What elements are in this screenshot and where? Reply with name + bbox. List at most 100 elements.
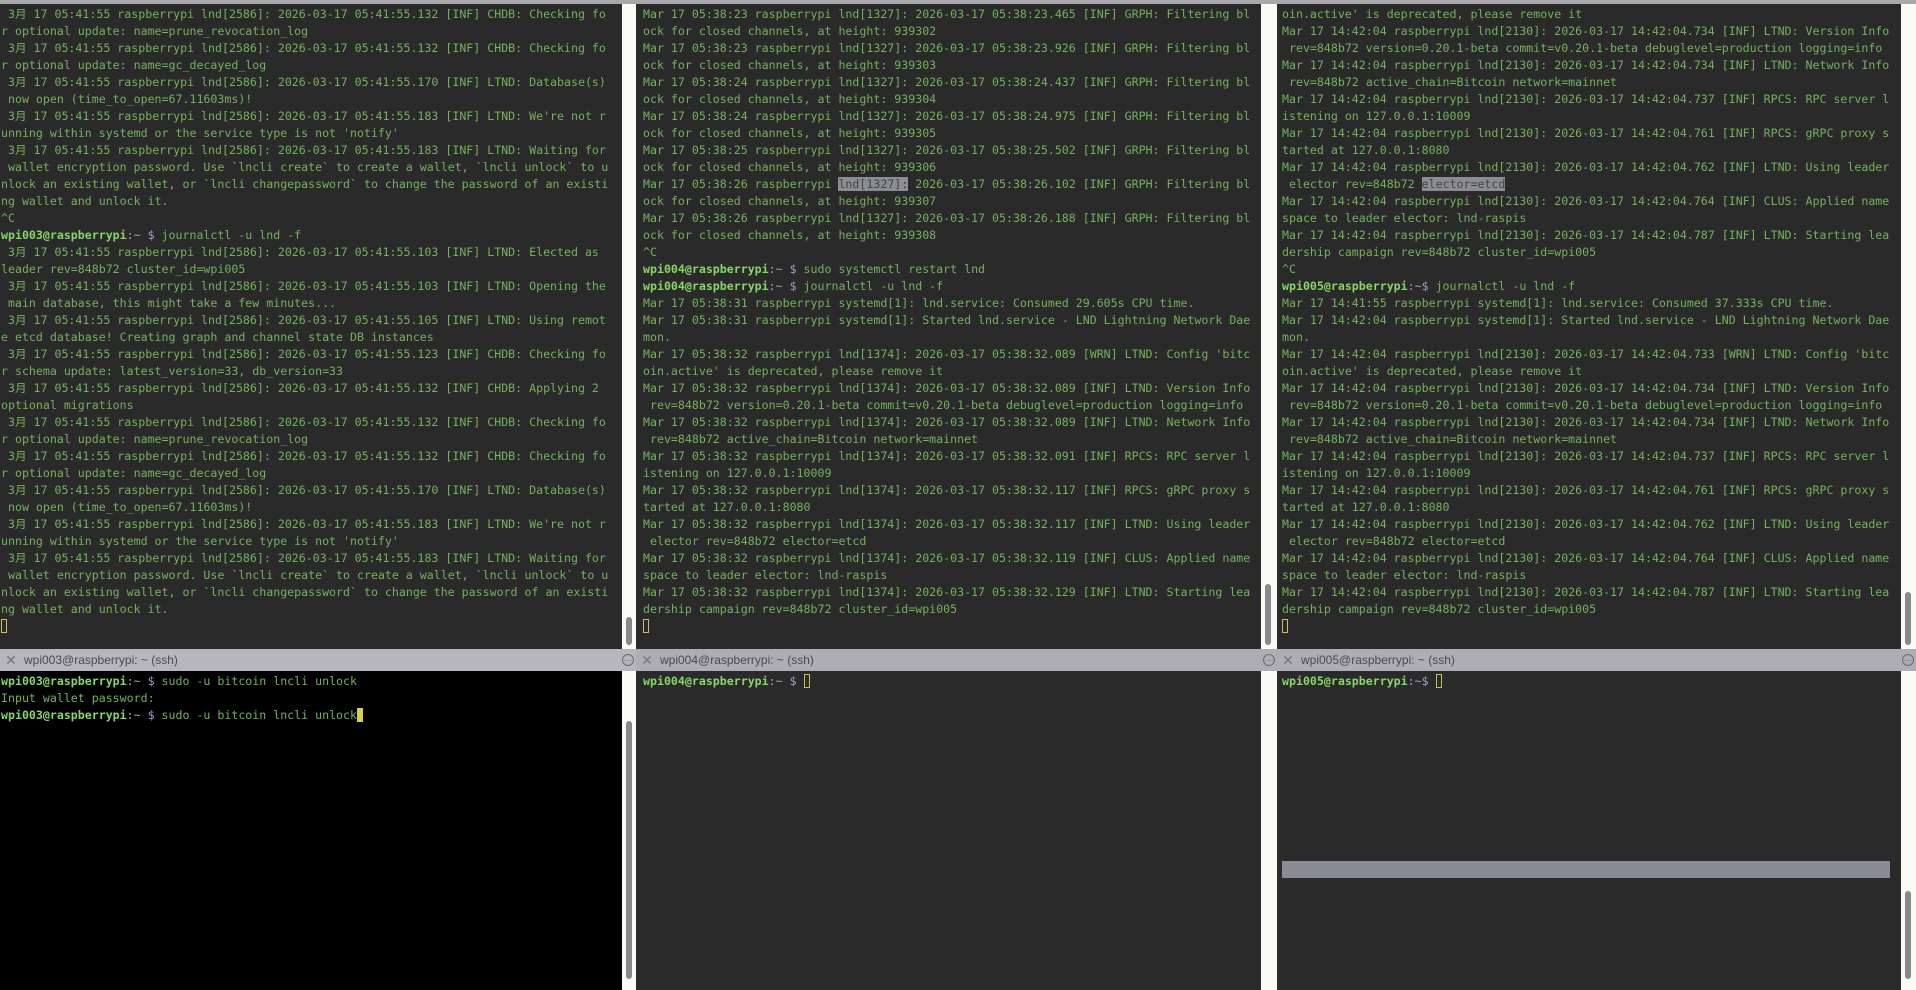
- tab-title: wpi003@raspberrypi: ~ (ssh): [24, 653, 178, 667]
- scrollbar-top-middle[interactable]: [1261, 4, 1277, 649]
- scrollbar-thumb[interactable]: [1905, 891, 1911, 979]
- prompt-line: wpi004@raspberrypi:~ $ journalctl -u lnd…: [643, 278, 1261, 295]
- log-line: wallet encryption password. Use `lncli c…: [1, 160, 609, 174]
- prompt-user: wpi003@raspberrypi: [1, 228, 127, 242]
- log-line: nlock an existing wallet, or `lncli chan…: [1, 177, 609, 191]
- scrollbar-thumb[interactable]: [1905, 592, 1911, 645]
- tab-wpi005[interactable]: ✕ wpi005@raspberrypi: ~ (ssh) ···: [1277, 649, 1916, 671]
- log-line: mon.: [1282, 330, 1310, 344]
- log-line: r optional update: name=gc_decayed_log: [1, 466, 267, 480]
- log-line: Mar 17 14:42:04 raspberrypi lnd[2130]: 2…: [1282, 551, 1890, 565]
- close-icon[interactable]: ✕: [4, 652, 18, 669]
- more-icon[interactable]: ···: [622, 654, 634, 666]
- terminal-pane-wpi004-log[interactable]: Mar 17 05:38:23 raspberrypi lnd[1327]: 2…: [636, 4, 1261, 649]
- log-line: optional migrations: [1, 398, 134, 412]
- log-line: 3月 17 05:41:55 raspberrypi lnd[2586]: 20…: [1, 109, 606, 123]
- log-line: ock for closed channels, at height: 9393…: [643, 58, 937, 72]
- tab-title: wpi004@raspberrypi: ~ (ssh): [660, 653, 814, 667]
- log-line: Mar 17 14:42:04 raspberrypi lnd[2130]: 2…: [1282, 194, 1890, 208]
- more-icon[interactable]: ···: [1902, 654, 1914, 666]
- log-line: Mar 17 05:38:24 raspberrypi lnd[1327]: 2…: [643, 109, 1251, 123]
- text-cursor: [1, 619, 7, 633]
- prompt-path: :~$: [1407, 674, 1436, 688]
- prompt-line: wpi004@raspberrypi:~ $ sudo systemctl re…: [643, 261, 1261, 278]
- log-line: elector rev=848b72 elector=etcd: [643, 534, 867, 548]
- log-line: ng wallet and unlock it.: [1, 194, 169, 208]
- log-line: ^C: [1282, 262, 1296, 276]
- log-line: Mar 17 05:38:32 raspberrypi lnd[1374]: 2…: [643, 415, 1251, 429]
- log-line: rev=848b72 active_chain=Bitcoin network=…: [1282, 432, 1618, 446]
- log-line: 3月 17 05:41:55 raspberrypi lnd[2586]: 20…: [1, 551, 606, 565]
- scrollbar-thumb[interactable]: [626, 721, 632, 979]
- log-line: Mar 17 05:38:23 raspberrypi lnd[1327]: 2…: [643, 41, 1251, 55]
- log-text: elector rev=848b72: [1282, 177, 1422, 191]
- prompt-line: wpi003@raspberrypi:~ $ journalctl -u lnd…: [1, 227, 622, 244]
- close-icon[interactable]: ✕: [640, 652, 654, 669]
- scrollbar-top-left[interactable]: [622, 4, 636, 649]
- log-line: ock for closed channels, at height: 9393…: [643, 92, 937, 106]
- log-line: wallet encryption password. Use `lncli c…: [1, 568, 609, 582]
- scrollbar-thumb[interactable]: [1265, 584, 1271, 645]
- prompt-path: :~ $: [126, 674, 162, 688]
- log-line: Mar 17 05:38:32 raspberrypi lnd[1374]: 2…: [643, 347, 1251, 361]
- cursor-line: [643, 618, 1261, 635]
- log-line: tarted at 127.0.0.1:8080: [1282, 500, 1450, 514]
- prompt-user: wpi004@raspberrypi: [643, 262, 769, 276]
- log-line: 3月 17 05:41:55 raspberrypi lnd[2586]: 20…: [1, 415, 606, 429]
- log-line: tarted at 127.0.0.1:8080: [643, 500, 811, 514]
- terminal-pane-wpi004-shell[interactable]: wpi004@raspberrypi:~ $: [636, 671, 1261, 990]
- prompt-user: wpi004@raspberrypi: [643, 279, 769, 293]
- prompt-path: :~ $: [768, 262, 804, 276]
- log-line: istening on 127.0.0.1:10009: [1282, 109, 1471, 123]
- text-cursor: [803, 674, 810, 688]
- log-line: space to leader elector: lnd-raspis: [1282, 568, 1527, 582]
- scrollbar-thumb[interactable]: [626, 617, 632, 645]
- log-line: ^C: [643, 245, 657, 259]
- scrollbar-bottom-middle[interactable]: [1261, 671, 1277, 990]
- scrollbar-top-right[interactable]: [1901, 4, 1916, 649]
- log-line: Mar 17 05:38:25 raspberrypi lnd[1327]: 2…: [643, 143, 1251, 157]
- prompt-user: wpi005@raspberrypi: [1282, 279, 1408, 293]
- terminal-pane-wpi005-log[interactable]: oin.active' is deprecated, please remove…: [1277, 4, 1901, 649]
- log-line: ock for closed channels, at height: 9393…: [643, 126, 937, 140]
- log-line: 3月 17 05:41:55 raspberrypi lnd[2586]: 20…: [1, 41, 606, 55]
- terminal-pane-wpi003-log[interactable]: 3月 17 05:41:55 raspberrypi lnd[2586]: 20…: [0, 4, 622, 649]
- log-line: Mar 17 05:38:32 raspberrypi lnd[1374]: 2…: [643, 585, 1251, 599]
- more-icon[interactable]: ···: [1263, 654, 1275, 666]
- log-line: ^C: [1, 211, 15, 225]
- prompt-path: :~ $: [126, 708, 162, 722]
- log-line: unning within systemd or the service typ…: [1, 126, 399, 140]
- log-line: Mar 17 14:41:55 raspberrypi systemd[1]: …: [1282, 296, 1834, 310]
- log-line: space to leader elector: lnd-raspis: [1282, 211, 1527, 225]
- log-line: Mar 17 14:42:04 raspberrypi lnd[2130]: 2…: [1282, 449, 1890, 463]
- text-cursor: [1435, 674, 1442, 688]
- log-line: dership campaign rev=848b72 cluster_id=w…: [1282, 602, 1597, 616]
- log-line: now open (time_to_open=67.11603ms)!: [1, 500, 253, 514]
- log-line: Mar 17 14:42:04 raspberrypi lnd[2130]: 2…: [1282, 415, 1890, 429]
- tab-wpi004[interactable]: ✕ wpi004@raspberrypi: ~ (ssh) ···: [636, 649, 1277, 671]
- log-line: oin.active' is deprecated, please remove…: [1282, 364, 1583, 378]
- log-line: ng wallet and unlock it.: [1, 602, 169, 616]
- log-text: 2026-03-17 05:38:26.102 [INF] GRPH: Filt…: [908, 177, 1251, 191]
- log-line: istening on 127.0.0.1:10009: [1282, 466, 1471, 480]
- terminal-pane-wpi003-shell[interactable]: wpi003@raspberrypi:~ $ sudo -u bitcoin l…: [0, 671, 622, 990]
- log-line: Mar 17 05:38:32 raspberrypi lnd[1374]: 2…: [643, 517, 1251, 531]
- close-icon[interactable]: ✕: [1281, 652, 1295, 669]
- selection-highlight: [1282, 861, 1890, 878]
- log-line: elector rev=848b72 elector=etcd: [1282, 534, 1506, 548]
- text-cursor: [357, 708, 363, 722]
- log-line: 3月 17 05:41:55 raspberrypi lnd[2586]: 20…: [1, 517, 606, 531]
- pane-tab-bar: ✕ wpi003@raspberrypi: ~ (ssh) ··· ✕ wpi0…: [0, 649, 1916, 671]
- tab-wpi003[interactable]: ✕ wpi003@raspberrypi: ~ (ssh) ···: [0, 649, 636, 671]
- log-line: Mar 17 14:42:04 raspberrypi lnd[2130]: 2…: [1282, 160, 1890, 174]
- log-line: rev=848b72 version=0.20.1-beta commit=v0…: [643, 398, 1244, 412]
- scrollbar-bottom-left[interactable]: [622, 671, 636, 990]
- log-line: r schema update: latest_version=33, db_v…: [1, 364, 344, 378]
- terminal-pane-wpi005-shell[interactable]: wpi005@raspberrypi:~$: [1277, 671, 1901, 990]
- prompt-line: wpi003@raspberrypi:~ $ sudo -u bitcoin l…: [1, 707, 622, 724]
- log-line: nlock an existing wallet, or `lncli chan…: [1, 585, 609, 599]
- prompt-line: wpi005@raspberrypi:~$: [1282, 673, 1901, 690]
- log-line: Mar 17 14:42:04 raspberrypi lnd[2130]: 2…: [1282, 58, 1890, 72]
- scrollbar-bottom-right[interactable]: [1901, 671, 1916, 990]
- log-line: rev=848b72 active_chain=Bitcoin network=…: [643, 432, 979, 446]
